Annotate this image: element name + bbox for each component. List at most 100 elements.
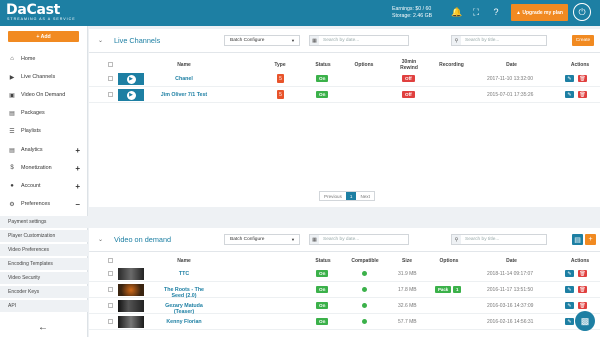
bell-icon[interactable]: 🔔 <box>451 6 463 18</box>
status-badge[interactable]: On <box>316 286 329 293</box>
subnav-video-security[interactable]: Video Security <box>0 272 88 284</box>
col-name[interactable]: Name <box>159 258 209 264</box>
status-badge[interactable]: On <box>316 91 329 98</box>
col-actions[interactable]: Actions <box>565 258 595 264</box>
sidebar-item-packages[interactable]: ▤ Packages <box>0 105 88 121</box>
channel-thumbnail[interactable]: ▶ <box>118 89 144 101</box>
delete-icon[interactable]: 🗑 <box>578 75 587 82</box>
batch-configure-select[interactable]: Batch Configure ▼ <box>224 35 300 46</box>
delete-icon[interactable]: 🗑 <box>578 91 587 98</box>
sidebar-item-monetization[interactable]: $ Monetization + <box>0 160 88 176</box>
row-checkbox[interactable] <box>108 303 113 308</box>
chevron-down-icon[interactable]: ⌄ <box>98 236 103 243</box>
col-options[interactable]: Options <box>434 258 464 264</box>
subnav-encoder-keys[interactable]: Encoder Keys <box>0 286 88 298</box>
subnav-encoding-templates[interactable]: Encoding Templates <box>0 258 88 270</box>
row-checkbox[interactable] <box>108 76 113 81</box>
status-badge[interactable]: On <box>316 75 329 82</box>
search-title-input[interactable]: ⚲ Search by title... <box>451 234 547 245</box>
col-options[interactable]: Options <box>349 62 379 68</box>
package-badge[interactable]: Pack <box>435 286 452 293</box>
add-button[interactable]: + Add <box>8 31 79 42</box>
table-row[interactable]: The Roots - The Seed (2.0) On 17.8 MB Pa… <box>89 282 600 299</box>
col-actions[interactable]: Actions <box>565 62 595 68</box>
add-icon[interactable]: + <box>585 234 596 245</box>
sidebar-item-analytics[interactable]: ▤ Analytics + <box>0 142 88 158</box>
sidebar-item-account[interactable]: ● Account + <box>0 178 88 194</box>
logo[interactable]: DaCast <box>6 2 60 18</box>
col-size[interactable]: Size <box>397 258 417 264</box>
table-row[interactable]: ▶ Chanel 5 On Off 2017-11-10 13:32:00 ✎ … <box>89 71 600 87</box>
chevron-down-icon[interactable]: ⌄ <box>98 37 103 44</box>
col-compatible[interactable]: Compatible <box>349 258 381 264</box>
video-name[interactable]: TTC <box>159 271 209 277</box>
select-all-checkbox[interactable] <box>108 258 113 263</box>
sidebar-item-playlists[interactable]: ☰ Playlists <box>0 123 88 139</box>
video-thumbnail[interactable] <box>118 284 144 296</box>
delete-icon[interactable]: 🗑 <box>578 270 587 277</box>
select-all-checkbox[interactable] <box>108 62 113 67</box>
video-name[interactable]: Kenny Florian <box>159 319 209 325</box>
status-badge[interactable]: On <box>316 318 329 325</box>
search-date-input[interactable]: ▦ Search by date... <box>309 234 409 245</box>
video-thumbnail[interactable] <box>118 316 144 328</box>
channel-name[interactable]: Chanel <box>159 76 209 82</box>
subnav-player-customization[interactable]: Player Customization <box>0 230 88 242</box>
row-checkbox[interactable] <box>108 271 113 276</box>
video-thumbnail[interactable] <box>118 300 144 312</box>
sidebar-item-home[interactable]: ⌂ Home <box>0 51 88 67</box>
table-row[interactable]: ▶ Jim Oliver 7/1 Test 5 On Off 2015-07-0… <box>89 87 600 103</box>
pager-previous[interactable]: Previous <box>320 192 346 200</box>
video-thumbnail[interactable] <box>118 268 144 280</box>
edit-icon[interactable]: ✎ <box>565 270 574 277</box>
status-badge[interactable]: On <box>316 270 329 277</box>
search-date-input[interactable]: ▦ Search by date... <box>309 35 409 46</box>
sidebar-item-preferences[interactable]: ⚙ Preferences – <box>0 196 88 212</box>
upload-icon[interactable]: ▤ <box>572 234 583 245</box>
table-row[interactable]: TTC On 31.9 MB 2018-11-14 09:17:07 ✎ 🗑 <box>89 266 600 282</box>
row-checkbox[interactable] <box>108 92 113 97</box>
delete-icon[interactable]: 🗑 <box>578 302 587 309</box>
expand-icon[interactable]: ⛶ <box>470 6 482 18</box>
power-icon[interactable]: ⏻ <box>573 3 591 21</box>
sidebar-item-video-on-demand[interactable]: ▣ Video On Demand <box>0 87 88 103</box>
batch-configure-select[interactable]: Batch Configure ▼ <box>224 234 300 245</box>
collapse-sidebar-icon[interactable]: ← <box>38 322 48 333</box>
col-type[interactable]: Type <box>270 62 290 68</box>
row-checkbox[interactable] <box>108 287 113 292</box>
subnav-video-preferences[interactable]: Video Preferences <box>0 244 88 256</box>
edit-icon[interactable]: ✎ <box>565 318 574 325</box>
collapse-minus-icon[interactable]: – <box>76 200 80 209</box>
upgrade-button[interactable]: ▲ Upgrade my plan <box>511 4 568 21</box>
channel-name[interactable]: Jim Oliver 7/1 Test <box>159 92 209 98</box>
status-badge[interactable]: On <box>316 302 329 309</box>
chat-icon[interactable]: ▩ <box>575 311 595 331</box>
table-row[interactable]: Gezary Matuda (Teaser) On 32.6 MB 2016-0… <box>89 298 600 315</box>
col-date[interactable]: Date <box>494 62 529 68</box>
delete-icon[interactable]: 🗑 <box>578 286 587 293</box>
col-recording[interactable]: Recording <box>434 62 469 68</box>
pager-next[interactable]: Next <box>356 192 373 200</box>
pager-current[interactable]: 1 <box>345 192 357 200</box>
subnav-payment-settings[interactable]: Payment settings <box>0 216 88 228</box>
expand-plus-icon[interactable]: + <box>75 164 80 173</box>
edit-icon[interactable]: ✎ <box>565 91 574 98</box>
channel-thumbnail[interactable]: ▶ <box>118 73 144 85</box>
edit-icon[interactable]: ✎ <box>565 75 574 82</box>
expand-plus-icon[interactable]: + <box>75 182 80 191</box>
row-checkbox[interactable] <box>108 319 113 324</box>
question-icon[interactable]: ? <box>490 6 502 18</box>
search-title-input[interactable]: ⚲ Search by title... <box>451 35 547 46</box>
edit-icon[interactable]: ✎ <box>565 286 574 293</box>
col-rewind[interactable]: 30min Rewind <box>394 59 424 71</box>
col-name[interactable]: Name <box>159 62 209 68</box>
edit-icon[interactable]: ✎ <box>565 302 574 309</box>
create-button[interactable]: Create <box>572 35 594 46</box>
col-status[interactable]: Status <box>308 258 338 264</box>
sidebar-item-live-channels[interactable]: ▶ Live Channels <box>0 69 88 85</box>
package-count-badge[interactable]: 1 <box>453 286 462 293</box>
col-status[interactable]: Status <box>308 62 338 68</box>
rewind-badge[interactable]: Off <box>402 75 415 82</box>
expand-plus-icon[interactable]: + <box>75 146 80 155</box>
subnav-api[interactable]: API <box>0 300 88 312</box>
